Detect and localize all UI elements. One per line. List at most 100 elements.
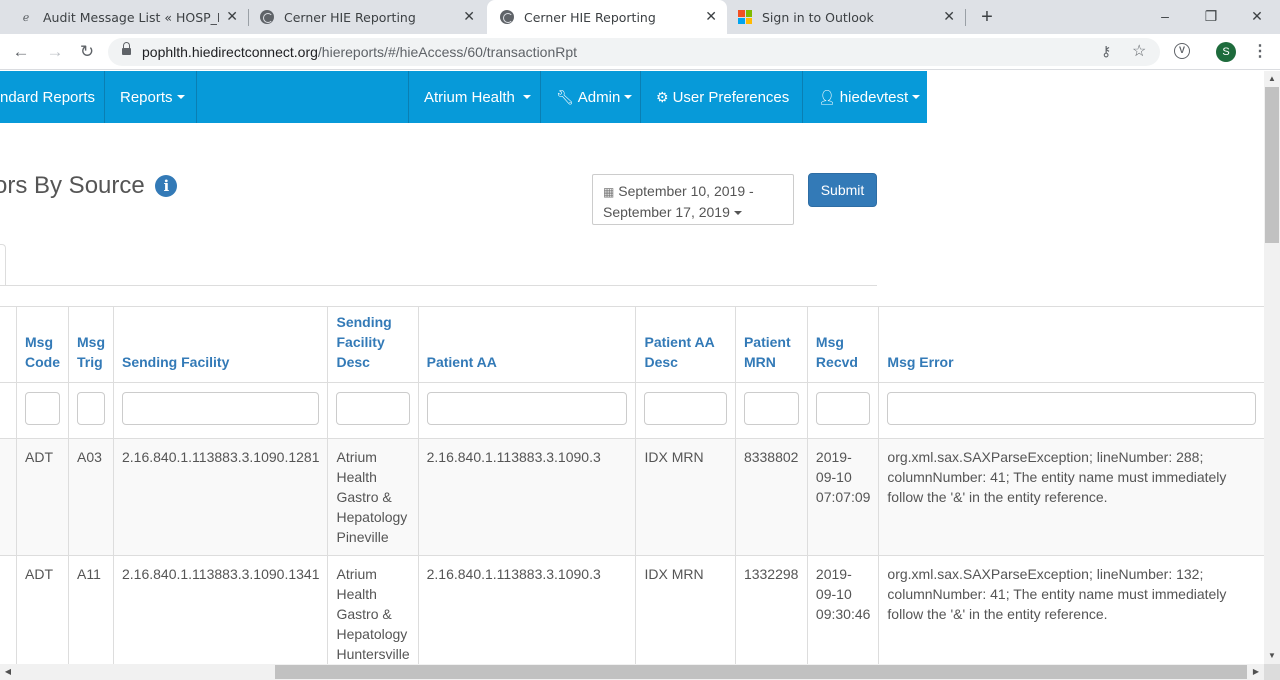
- column-header-sending-facility[interactable]: Sending Facility: [112, 306, 328, 383]
- header-line: Facility: [336, 333, 385, 350]
- filter-input-sending-facility[interactable]: [122, 391, 320, 425]
- tab-divider: [965, 9, 966, 26]
- column-header-patient-aa-desc[interactable]: Patient AA Desc: [635, 306, 736, 383]
- cell-patient-aa-desc: IDX MRN: [635, 437, 736, 555]
- scroll-right-arrow-icon[interactable]: ▶: [1248, 664, 1264, 680]
- cell-line: columnNumber: 41; The entity name must i…: [887, 468, 1227, 485]
- forward-arrow-icon[interactable]: →: [44, 41, 66, 63]
- filter-input-msg-recvd[interactable]: [815, 391, 871, 425]
- cell-msg-error: org.xml.sax.SAXParseException; lineNumbe…: [878, 554, 1264, 664]
- scroll-down-arrow-icon[interactable]: ▼: [1264, 648, 1280, 664]
- scroll-left-arrow-icon[interactable]: ◀: [0, 664, 16, 680]
- cell-line: 07:07:09: [815, 488, 871, 505]
- browser-tab-sign-in-outlook[interactable]: Sign in to Outlook ✕: [737, 0, 965, 34]
- nav-user-dropdown[interactable]: 👤︎ hiedevtest: [803, 71, 927, 123]
- nav-standard-reports[interactable]: ndard Reports: [0, 71, 105, 123]
- horizontal-scrollbar-thumb[interactable]: [275, 665, 1247, 679]
- header-line: Patient AA: [644, 333, 715, 350]
- key-icon[interactable]: ⚷: [1101, 43, 1111, 60]
- filter-input-msg-code[interactable]: [25, 391, 60, 425]
- browser-tab-audit-message-list[interactable]: ℯ Audit Message List « HOSP_MO ✕: [18, 0, 248, 34]
- cell-patient-mrn: 8338802: [734, 437, 808, 555]
- browser-tab-label: Audit Message List « HOSP_MO: [43, 9, 219, 25]
- reload-icon[interactable]: ↻: [76, 41, 98, 63]
- close-window-button[interactable]: ✕: [1234, 4, 1280, 28]
- nav-label: hiedevtest: [839, 88, 909, 106]
- nav-label: Reports: [120, 88, 173, 106]
- vertical-scrollbar-thumb[interactable]: [1265, 87, 1279, 243]
- close-icon[interactable]: ✕: [943, 9, 955, 25]
- tab-divider: [248, 9, 249, 26]
- nav-organization-dropdown[interactable]: Atrium Health: [408, 71, 541, 123]
- caret-down-icon: [912, 95, 921, 99]
- restore-window-button[interactable]: ❐: [1188, 4, 1234, 28]
- extension-v-icon[interactable]: V: [1174, 43, 1190, 59]
- filter-input-msg-trig[interactable]: [77, 391, 105, 425]
- column-header-msg-trig[interactable]: Msg Trig: [68, 306, 114, 383]
- filter-input-patient-mrn[interactable]: [743, 391, 799, 425]
- filter-input-patient-aa[interactable]: [426, 391, 628, 425]
- filter-input-patient-aa-desc[interactable]: [644, 391, 727, 425]
- back-arrow-icon[interactable]: ←: [10, 41, 32, 63]
- close-icon[interactable]: ✕: [463, 9, 475, 25]
- table-row[interactable]: ADT A11 2.16.840.1.113883.3.1090.1341 At…: [0, 554, 1264, 664]
- header-line: Desc: [644, 353, 678, 370]
- browser-tab-cerner-hie-reporting-active[interactable]: Cerner HIE Reporting ✕: [487, 0, 727, 34]
- submit-button[interactable]: Submit: [808, 173, 877, 207]
- column-header-patient-aa[interactable]: Patient AA: [417, 306, 636, 383]
- nav-label: User Preferences: [672, 88, 790, 106]
- page-title-text: ors By Source: [0, 172, 145, 199]
- globe-icon: [259, 9, 275, 25]
- browser-toolbar: ← → ↻ pophlth.hiedirectconnect.org/hiere…: [0, 34, 1280, 70]
- nav-admin-dropdown[interactable]: 🔧︎ Admin: [541, 71, 641, 123]
- star-icon[interactable]: ☆: [1132, 41, 1146, 61]
- cell-line: Hepatology: [336, 508, 408, 525]
- column-header-msg-error[interactable]: Msg Error: [878, 306, 1264, 383]
- column-header-msg-recvd[interactable]: Msg Recvd: [806, 306, 879, 383]
- cell-patient-mrn: 1332298: [734, 554, 808, 664]
- header-line: Code: [25, 353, 60, 370]
- address-bar[interactable]: pophlth.hiedirectconnect.org/hiereports/…: [108, 38, 1160, 66]
- browser-tab-cerner-hie-reporting[interactable]: Cerner HIE Reporting ✕: [259, 0, 485, 34]
- info-icon[interactable]: i: [155, 175, 178, 197]
- report-tab[interactable]: [0, 244, 6, 286]
- date-range-picker[interactable]: ▦ September 10, 2019 - September 17, 201…: [592, 174, 794, 225]
- cell-msg-error: org.xml.sax.SAXParseException; lineNumbe…: [878, 437, 1264, 555]
- cell-sending-facility-desc: Atrium Health Gastro & Hepatology Pinevi…: [327, 437, 419, 555]
- cell-line: Hepatology: [336, 625, 408, 642]
- close-icon[interactable]: ✕: [226, 9, 238, 25]
- profile-avatar[interactable]: S: [1216, 42, 1236, 62]
- column-header-sending-facility-desc[interactable]: Sending Facility Desc: [327, 306, 419, 383]
- column-header-msg-code[interactable]: Msg Code: [16, 306, 69, 383]
- table-header-row: Msg Code Msg Trig Sending Facility Sending…: [0, 306, 1264, 383]
- table-row[interactable]: ADT A03 2.16.840.1.113883.3.1090.1281 At…: [0, 437, 1264, 555]
- cell-line: org.xml.sax.SAXParseException; lineNumbe…: [887, 448, 1204, 465]
- column-header-stub: [0, 306, 17, 383]
- close-icon[interactable]: ✕: [705, 9, 717, 25]
- cell-line: 2019-: [815, 565, 852, 582]
- new-tab-button[interactable]: +: [976, 6, 998, 28]
- nav-user-preferences[interactable]: ⚙ User Preferences: [641, 71, 803, 123]
- user-icon: 👤︎: [818, 88, 836, 105]
- filter-cell: [417, 382, 636, 439]
- nav-reports-dropdown[interactable]: Reports: [105, 71, 197, 123]
- filter-cell: [635, 382, 736, 439]
- filter-input-sending-facility-desc[interactable]: [336, 391, 410, 425]
- minimize-window-button[interactable]: –: [1142, 4, 1188, 28]
- header-line: Msg Error: [887, 353, 954, 370]
- browser-menu-icon[interactable]: ⋮: [1252, 42, 1268, 62]
- filter-input-msg-error[interactable]: [887, 391, 1256, 425]
- cell-msg-recvd: 2019- 09-10 07:07:09: [806, 437, 879, 555]
- scroll-up-arrow-icon[interactable]: ▲: [1264, 71, 1280, 87]
- column-header-patient-mrn[interactable]: Patient MRN: [734, 306, 808, 383]
- cell-sending-facility-desc: Atrium Health Gastro & Hepatology Hunter…: [327, 554, 419, 664]
- url-text[interactable]: pophlth.hiedirectconnect.org/hiereports/…: [142, 44, 577, 60]
- cell-line: Health: [336, 585, 377, 602]
- edge-e-icon: ℯ: [22, 10, 30, 24]
- filter-cell-stub: [0, 382, 17, 439]
- cell-msg-trig: A03: [68, 437, 114, 555]
- filter-cell: [878, 382, 1264, 439]
- cell-msg-recvd: 2019- 09-10 09:30:46: [806, 554, 879, 664]
- page-title: ors By Source i: [0, 172, 178, 200]
- scrollbar-corner: [1264, 664, 1280, 680]
